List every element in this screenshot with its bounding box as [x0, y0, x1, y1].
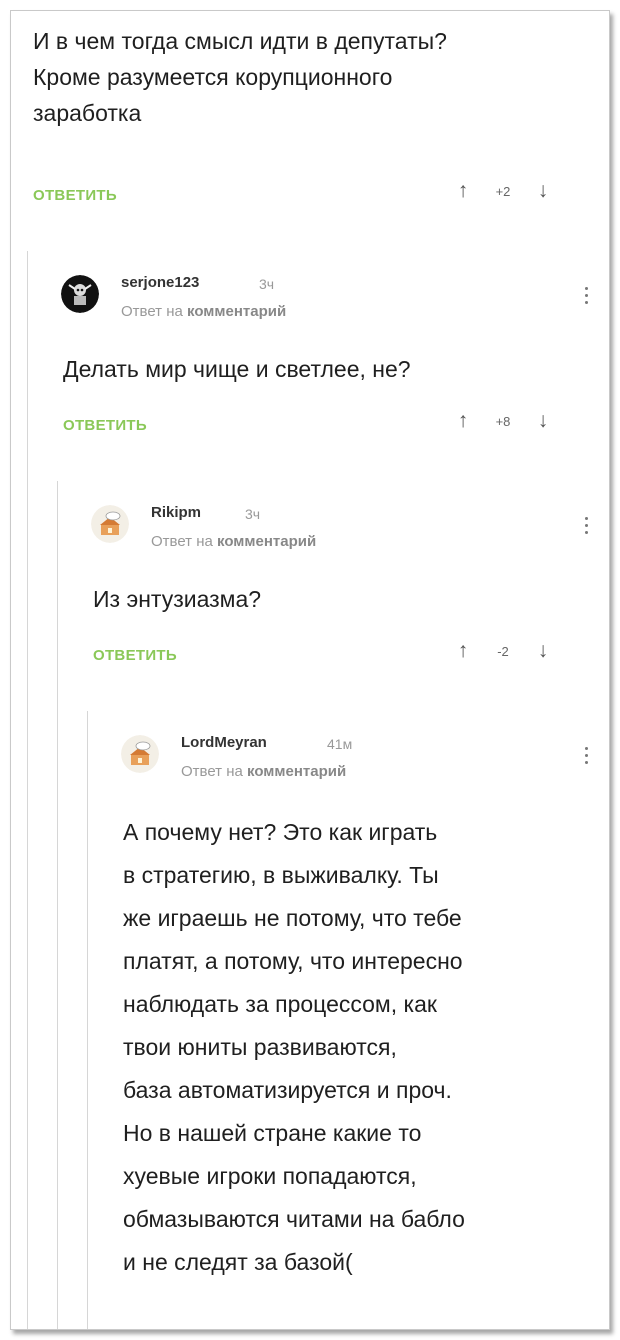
- username[interactable]: Rikipm: [151, 504, 201, 521]
- comment-line: Но в нашей стране какие то: [123, 1120, 422, 1146]
- avatar[interactable]: [91, 505, 129, 543]
- comment-line: же играешь не потому, что тебе: [123, 905, 462, 931]
- comment-line: хуевые игроки попадаются,: [123, 1163, 417, 1189]
- avatar[interactable]: [61, 275, 99, 313]
- thread-line[interactable]: [57, 481, 58, 1329]
- vote-controls: ↑ +2 ↓: [453, 179, 553, 203]
- reply-to: Ответ на комментарий: [181, 763, 346, 780]
- comment-body: А почему нет? Это как играть в стратегию…: [123, 811, 593, 1284]
- thread-line[interactable]: [27, 251, 28, 1329]
- comment-line: наблюдать за процессом, как: [123, 991, 437, 1017]
- reply-button[interactable]: ОТВЕТИТЬ: [63, 417, 147, 434]
- vote-controls: ↑ -2 ↓: [453, 639, 553, 663]
- comment-line: Из энтузиазма?: [93, 586, 262, 612]
- avatar[interactable]: [121, 735, 159, 773]
- timestamp: 3ч: [245, 506, 261, 522]
- comment-line: база автоматизируется и проч.: [123, 1077, 452, 1103]
- comment-line: твои юниты развиваются,: [123, 1034, 397, 1060]
- arrow-down-icon[interactable]: ↓: [533, 179, 553, 203]
- comment-thread: И в чем тогда смысл идти в депутаты? Кро…: [10, 10, 610, 1330]
- reply-to: Ответ на комментарий: [151, 533, 316, 550]
- reply-button[interactable]: ОТВЕТИТЬ: [93, 647, 177, 664]
- comment-body: И в чем тогда смысл идти в депутаты? Кро…: [33, 23, 593, 131]
- rating-value: +2: [495, 183, 511, 199]
- comment-line: И в чем тогда смысл идти в депутаты?: [33, 28, 447, 54]
- arrow-up-icon[interactable]: ↑: [453, 639, 473, 663]
- more-vertical-icon[interactable]: [581, 287, 591, 309]
- more-vertical-icon[interactable]: [581, 517, 591, 539]
- comment-body: Делать мир чище и светлее, не?: [63, 351, 583, 387]
- username[interactable]: serjone123: [121, 274, 199, 291]
- reply-to-prefix: Ответ на: [121, 303, 183, 320]
- comment-line: в стратегию, в выживалку. Ты: [123, 862, 439, 888]
- reply-to: Ответ на комментарий: [121, 303, 286, 320]
- comment-line: Делать мир чище и светлее, не?: [63, 356, 411, 382]
- comment-line: Кроме разумеется корупционного: [33, 64, 393, 90]
- comment-line: А почему нет? Это как играть: [123, 819, 438, 845]
- comment-line: заработка: [33, 100, 142, 126]
- reply-to-prefix: Ответ на: [151, 533, 213, 550]
- timestamp: 41м: [327, 736, 353, 752]
- reply-button[interactable]: ОТВЕТИТЬ: [33, 187, 117, 204]
- thread-line[interactable]: [87, 711, 88, 1329]
- reply-to-link[interactable]: комментарий: [187, 303, 286, 320]
- comment-line: платят, а потому, что интересно: [123, 948, 463, 974]
- vote-controls: ↑ +8 ↓: [453, 409, 553, 433]
- rating-value: +8: [495, 413, 511, 429]
- reply-to-prefix: Ответ на: [181, 763, 243, 780]
- timestamp: 3ч: [259, 276, 275, 292]
- arrow-up-icon[interactable]: ↑: [453, 179, 473, 203]
- comment-body: Из энтузиазма?: [93, 581, 583, 617]
- reply-to-link[interactable]: комментарий: [217, 533, 316, 550]
- more-vertical-icon[interactable]: [581, 747, 591, 769]
- reply-to-link[interactable]: комментарий: [247, 763, 346, 780]
- comment-line: и не следят за базой(: [123, 1249, 353, 1275]
- arrow-down-icon[interactable]: ↓: [533, 409, 553, 433]
- arrow-down-icon[interactable]: ↓: [533, 639, 553, 663]
- arrow-up-icon[interactable]: ↑: [453, 409, 473, 433]
- username[interactable]: LordMeyran: [181, 734, 267, 751]
- rating-value: -2: [497, 643, 509, 659]
- comment-line: обмазываются читами на бабло: [123, 1206, 465, 1232]
